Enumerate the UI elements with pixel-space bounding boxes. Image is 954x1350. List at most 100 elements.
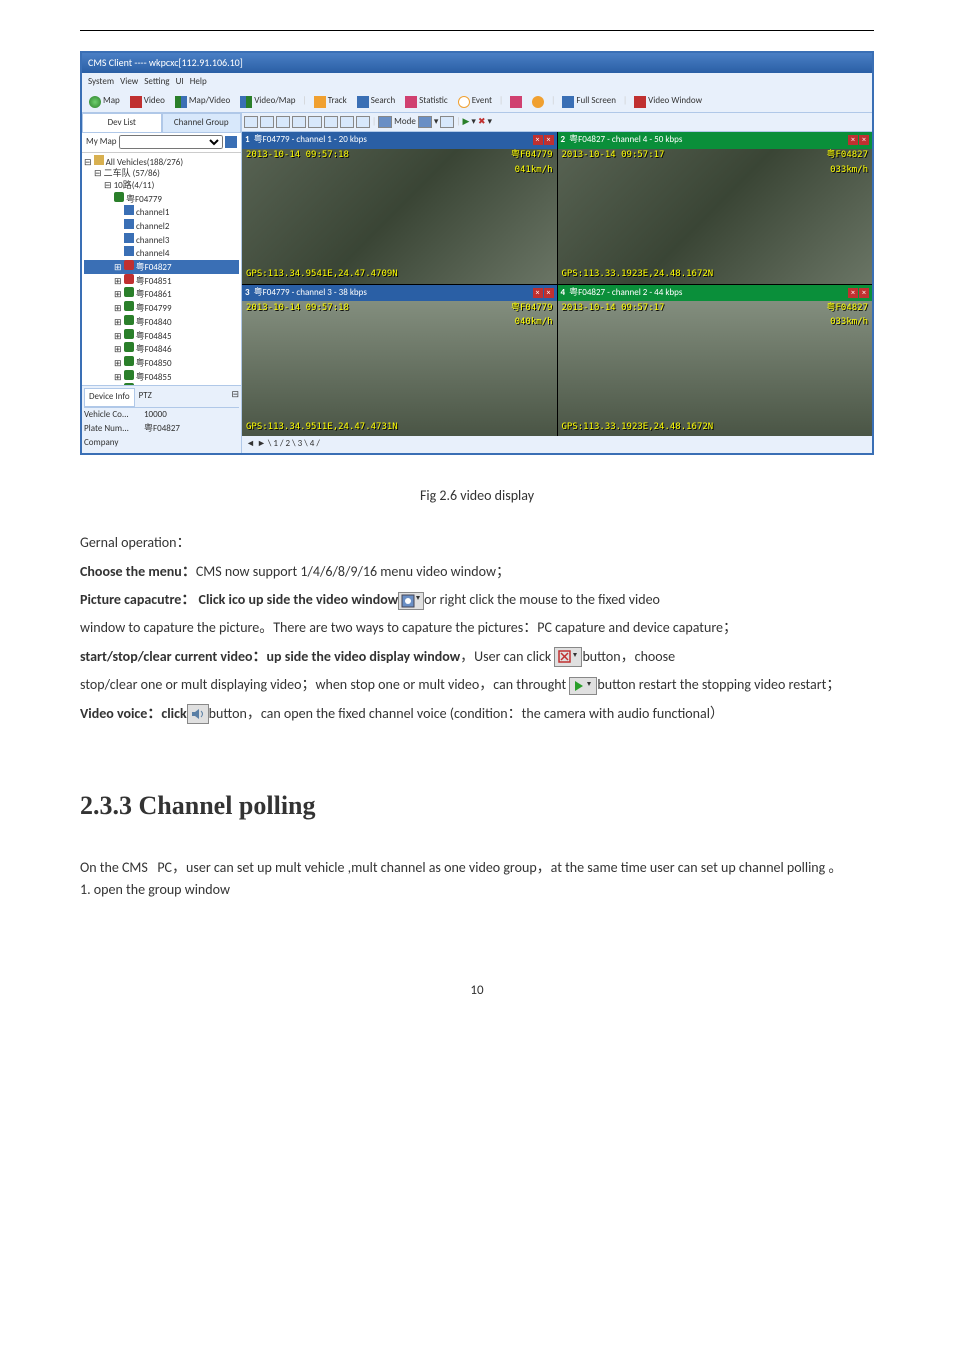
timestamp-overlay: 2013-10-14 09:57:17 [562,301,665,315]
video-cell-2[interactable]: 2 粤F04827 - channel 4 - 50 kbps×× 2013-1… [558,132,873,284]
gps-overlay: GPS:113.33.1923E,24.48.1672N [562,267,714,281]
play-button-icon [569,677,597,695]
tab-channel-group[interactable]: Channel Group [162,113,242,133]
cell-close2-icon[interactable]: × [544,288,554,298]
track-icon [314,96,326,108]
page-number: 10 [80,981,874,1002]
startstop-line2: stop/clear one or mult displaying video；… [80,674,874,696]
channel-icon [124,219,134,229]
gernal-heading: Gernal operation： [80,532,874,554]
tool-search[interactable]: Search [354,93,398,109]
menu-system[interactable]: System [88,76,114,87]
video-cell-3[interactable]: 3 粤F04779 - channel 3 - 38 kbps×× 2013-1… [242,285,557,437]
capture-button-icon [398,592,424,610]
folder-icon [94,155,104,165]
layout-8-icon[interactable] [292,116,306,128]
cell-close-icon[interactable]: × [533,288,543,298]
sidebar: Dev List Channel Group My Map ⊟ All Vehi… [82,113,242,453]
tab-ptz[interactable]: PTZ [135,388,156,406]
menu-help[interactable]: Help [190,76,207,87]
layout-9-icon[interactable] [308,116,322,128]
tab-dev-list[interactable]: Dev List [82,113,162,133]
sound-icon[interactable] [440,116,454,128]
mode-dropdown-icon[interactable] [418,116,432,128]
cell-close-icon[interactable]: × [533,135,543,145]
layout-4-icon[interactable] [260,116,274,128]
cell-close2-icon[interactable]: × [544,135,554,145]
mode-label: Mode [394,115,416,129]
channel-icon [124,246,134,256]
video-cell-1[interactable]: 1 粤F04779 - channel 1 - 20 kbps×× 2013-1… [242,132,557,284]
menu-setting[interactable]: Setting [144,76,169,87]
print-icon [510,96,522,108]
search-icon [357,96,369,108]
videomap-icon [240,96,252,108]
tool-videomap[interactable]: Video/Map [237,93,298,109]
cms-app-window: CMS Client ---- wkpcxc[112.91.106.10] Sy… [80,51,874,455]
vehicle-icon [124,301,134,311]
layout-a-icon[interactable] [340,116,354,128]
tool-event[interactable]: Event [455,93,495,109]
tool-fullscreen[interactable]: Full Screen [559,93,619,109]
picture-capture-line2: window to capature the picture。There are… [80,617,874,639]
mymap-select[interactable] [119,135,223,149]
choose-menu-line: Choose the menu：CMS now support 1/4/6/8/… [80,561,874,583]
tool-settings[interactable] [529,95,547,109]
device-tree[interactable]: ⊟ All Vehicles(188/276) ⊟ 二车队 (57/86) ⊟ … [82,153,241,386]
search-small-icon[interactable] [225,136,237,148]
layout-1-icon[interactable] [244,116,258,128]
vehicle-icon [124,274,134,284]
gps-overlay: GPS:113.34.9541E,24.47.4709N [246,267,398,281]
cell-close2-icon[interactable]: × [859,135,869,145]
plate-overlay: 粤F04779041km/h [511,148,553,177]
gps-overlay: GPS:113.33.1923E,24.48.1672N [562,420,714,434]
speaker-button-icon [187,704,209,724]
layout-16-icon[interactable] [324,116,338,128]
tool-track[interactable]: Track [311,93,350,109]
menu-ui[interactable]: UI [176,76,184,87]
gps-overlay: GPS:113.34.9511E,24.47.4731N [246,420,398,434]
tool-mapvideo[interactable]: Map/Video [172,93,233,109]
tool-statistic[interactable]: Statistic [402,93,451,109]
plate-overlay: 粤F04827033km/h [826,301,868,330]
timestamp-overlay: 2013-10-14 09:57:17 [562,148,665,162]
section-heading: 2.3.3 Channel polling [80,785,874,827]
tool-map[interactable]: Map [86,93,123,109]
tool-video[interactable]: Video [127,93,168,109]
page-tabs[interactable]: ◄ ► \ 1 / 2 \ 3 \ 4 / [242,436,872,452]
globe-icon [89,96,101,108]
device-info-panel: Device Info PTZ ⊟ Vehicle Co...10000 Pla… [82,385,241,453]
play-icon[interactable]: ▶ [463,115,470,129]
cell-close-icon[interactable]: × [848,135,858,145]
video-voice-line: Video voice：clickbutton，can open the fix… [80,703,874,725]
close-icon[interactable]: ✖ [478,115,486,129]
tool-videowindow[interactable]: Video Window [631,93,705,109]
cell-close2-icon[interactable]: × [859,288,869,298]
layout-b-icon[interactable] [356,116,370,128]
plate-overlay: 粤F04827033km/h [826,148,868,177]
polling-para1: On the CMS PC，user can set up mult vehic… [80,857,874,879]
startstop-line: start/stop/clear current video：up side t… [80,646,874,668]
plate-overlay: 粤F04779040km/h [511,301,553,330]
timestamp-overlay: 2013-10-14 09:57:18 [246,148,349,162]
menubar[interactable]: System View Setting UI Help [82,73,872,91]
video-cell-4[interactable]: 4 粤F04827 - channel 2 - 44 kbps×× 2013-1… [558,285,873,437]
stop-button-icon [554,647,582,667]
capture-icon[interactable] [378,116,392,128]
collapse-icon[interactable]: ⊟ [231,388,239,406]
layout-6-icon[interactable] [276,116,290,128]
cell-close-icon[interactable]: × [848,288,858,298]
main-toolbar: Map Video Map/Video Video/Map | Track Se… [82,91,872,112]
tab-device-info[interactable]: Device Info [84,388,135,406]
mymap-row: My Map [82,133,241,152]
window-titlebar: CMS Client ---- wkpcxc[112.91.106.10] [82,53,872,73]
video-toolbar: | Mode ▾ | ▶ ▾ ✖ ▾ [242,113,872,132]
vehicle-icon [114,192,124,202]
vehicle-icon [124,329,134,339]
menu-view[interactable]: View [120,76,138,87]
vehicle-icon [124,315,134,325]
picture-capture-line: Picture capacutre： Click ico up side the… [80,589,874,611]
tool-print[interactable] [507,95,525,109]
video-icon [130,96,142,108]
fullscreen-icon [562,96,574,108]
